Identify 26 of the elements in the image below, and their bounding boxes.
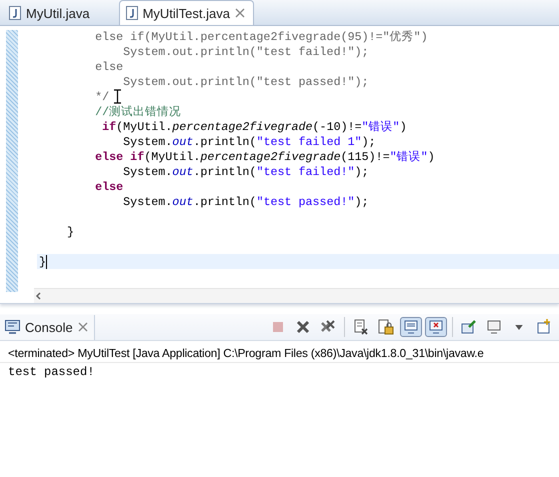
code-line: System.out.println("test passed!");	[122, 74, 369, 89]
code-line: else	[94, 59, 124, 74]
close-icon[interactable]	[235, 8, 245, 18]
code-line: //测试出错情况	[94, 104, 182, 119]
console-status: <terminated> MyUtilTest [Java Application] C:\Program Files (x86)\Java\jdk1.8.0_31\bin\javaw.e	[0, 341, 559, 363]
editor-tab[interactable]: MyUtil.java	[2, 0, 99, 25]
code-line: System.out.println("test passed!");	[122, 194, 369, 209]
console-tab[interactable]: Console	[0, 314, 95, 340]
code-line: System.out.println("test failed 1");	[122, 134, 376, 149]
horizontal-scrollbar[interactable]	[34, 288, 559, 303]
code-line: else if(MyUtil.percentage2fivegrade(115)!="错误")	[94, 149, 435, 164]
java-file-icon	[126, 6, 138, 20]
text-cursor-icon	[114, 89, 121, 104]
code-line: System.out.println("test failed!");	[122, 44, 369, 59]
java-file-icon	[9, 6, 21, 20]
monitor-icon	[5, 320, 20, 334]
code-line: else if(MyUtil.percentage2fivegrade(95)!="优秀")	[94, 29, 428, 44]
code-line: */	[94, 89, 110, 104]
close-icon[interactable]	[78, 322, 88, 332]
code-line: else	[94, 179, 124, 194]
code-line: System.out.println("test failed!");	[122, 164, 369, 179]
text-caret	[46, 254, 48, 268]
console-output: test passed!	[7, 364, 96, 379]
editor-tab[interactable]: MyUtilTest.java	[118, 0, 254, 25]
code-line: }	[66, 224, 74, 239]
code-line: if(MyUtil.percentage2fivegrade(-10)!="错误")	[101, 119, 407, 134]
